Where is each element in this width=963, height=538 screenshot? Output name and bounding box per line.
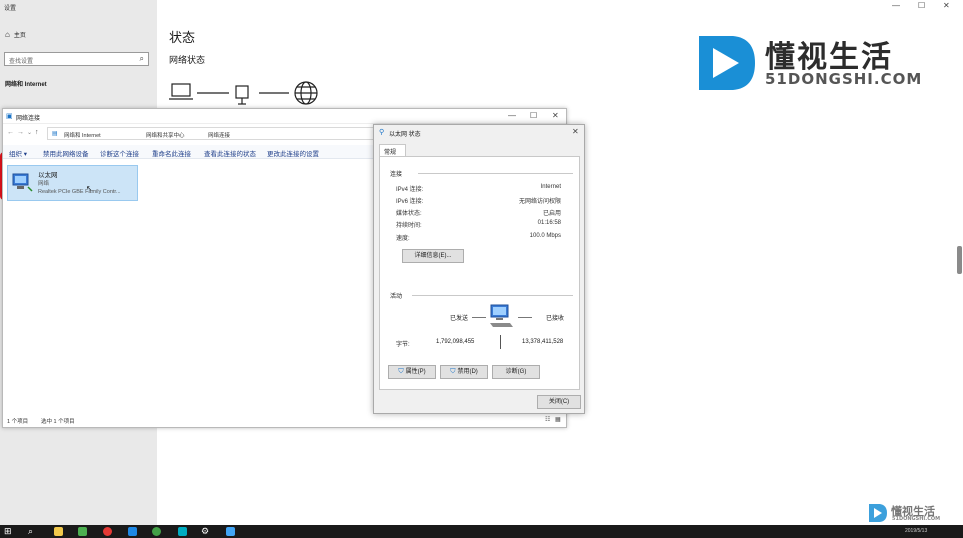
duration-value: 01:16:58 — [537, 220, 561, 226]
explorer-maximize-button[interactable]: ☐ — [530, 111, 537, 120]
watermark-domain: 51DONGSHI.COM — [892, 516, 941, 522]
details-button[interactable]: 详细信息(E)... — [402, 249, 464, 263]
status-item-count: 1 个项目 — [7, 419, 29, 425]
speed-label: 速度: — [396, 236, 410, 242]
app-blue-icon[interactable] — [128, 527, 137, 536]
network-diagram — [169, 80, 324, 110]
mouse-cursor-icon: ↖ — [86, 184, 93, 193]
breadcrumb-item-3[interactable]: 网络连接 — [208, 131, 230, 139]
properties-label: 属性(P) — [405, 369, 426, 375]
section-title: 网络状态 — [169, 55, 206, 65]
home-nav-item[interactable]: ⌂ 主页 — [5, 30, 26, 39]
bytes-divider — [500, 335, 501, 349]
logo-play-icon — [695, 32, 757, 94]
duration-label: 持续时间: — [396, 223, 422, 229]
view-status-command[interactable]: 查看此连接的状态 — [204, 148, 256, 158]
breadcrumb-item-2[interactable]: 网络和共享中心 — [146, 131, 185, 139]
settings-window-title: 设置 — [4, 6, 17, 12]
router-icon — [235, 85, 249, 105]
breadcrumb-item-1[interactable]: 网络和 Internet — [64, 131, 101, 139]
ipv4-label: IPv4 连接: — [396, 187, 424, 193]
network-window-icon[interactable] — [226, 527, 235, 536]
dialog-network-icon: ⚲ — [379, 129, 385, 136]
dialog-close-icon[interactable]: ✕ — [572, 127, 579, 136]
search-placeholder: 查找设置 — [9, 59, 34, 65]
taskbar: ⊞ ⌕ ⚙ 2019/5/13 — [0, 525, 963, 538]
home-label: 主页 — [13, 33, 26, 39]
maximize-button[interactable]: ☐ — [918, 1, 925, 10]
disable-button[interactable]: ⛉ 禁用(D) — [440, 365, 488, 379]
diagnose-command[interactable]: 诊断这个连接 — [100, 148, 139, 158]
ipv4-value: Internet — [540, 184, 561, 190]
app-red-icon[interactable] — [103, 527, 112, 536]
dialog-title: 以太网 状态 — [389, 132, 421, 138]
diagnose-button[interactable]: 诊断(G) — [492, 365, 540, 379]
activity-header: 活动 — [390, 294, 403, 300]
back-arrow-icon[interactable]: ← — [7, 129, 14, 136]
bytes-sent-value: 1,792,098,455 — [436, 339, 475, 345]
general-tab-panel: 连接 IPv4 连接: Internet IPv6 连接: 无网络访问权限 媒体… — [379, 156, 580, 390]
ethernet-status-dialog: ⚲ 以太网 状态 ✕ 常规 连接 IPv4 连接: Internet IPv6 … — [373, 124, 585, 414]
close-button[interactable]: ✕ — [943, 1, 950, 10]
search-icon[interactable]: ⌕ — [28, 526, 33, 537]
details-view-icon[interactable]: ☷ — [545, 416, 550, 423]
file-explorer-icon[interactable] — [54, 527, 63, 536]
home-icon: ⌂ — [5, 30, 10, 39]
search-icon: ⌕ — [139, 54, 144, 63]
network-activity-icon — [488, 303, 514, 329]
media-state-value: 已启用 — [542, 211, 561, 217]
settings-scrollbar-thumb[interactable] — [957, 246, 962, 274]
control-panel-icon: ▤ — [52, 131, 58, 137]
speed-value: 100.0 Mbps — [529, 233, 561, 239]
received-label: 已接收 — [546, 316, 565, 322]
up-arrow-icon[interactable]: ↑ — [35, 129, 39, 136]
settings-gear-icon[interactable]: ⚙ — [201, 526, 209, 537]
properties-button[interactable]: ⛉ 属性(P) — [388, 365, 436, 379]
shield-icon: ⛉ — [450, 368, 456, 375]
start-windows-icon[interactable]: ⊞ — [4, 526, 12, 537]
change-settings-command[interactable]: 更改此连接的设置 — [267, 148, 319, 158]
breadcrumb[interactable]: ▤ 网络和 Internet 网络和共享中心 网络连接 — [47, 127, 377, 140]
adapter-name: 以太网 — [38, 172, 58, 179]
shield-icon: ⛉ — [398, 368, 404, 375]
page-title: 状态 — [169, 30, 196, 45]
ipv6-value: 无网络访问权限 — [518, 199, 561, 205]
ipv6-label: IPv6 连接: — [396, 199, 424, 205]
ethernet-adapter-item[interactable]: 以太网 网络 Realtek PCIe GBE Family Contr... … — [7, 165, 138, 201]
app-green-icon[interactable] — [78, 527, 87, 536]
explorer-minimize-button[interactable]: — — [508, 111, 516, 120]
explorer-titlebar: ▣ 网络连接 — ☐ ✕ — [3, 109, 566, 124]
dialog-close-button[interactable]: 关闭(C) — [537, 395, 581, 409]
bytes-label: 字节: — [396, 342, 410, 348]
wechat-icon[interactable] — [152, 527, 161, 536]
taskbar-clock: 2019/5/13 — [905, 528, 928, 534]
disable-label: 禁用(D) — [457, 369, 478, 375]
status-selected-count: 选中 1 个项目 — [41, 419, 75, 425]
globe-icon — [294, 81, 318, 105]
forward-arrow-icon[interactable]: → — [17, 129, 24, 136]
connection-header: 连接 — [390, 172, 403, 178]
adapter-device: Realtek PCIe GBE Family Contr... — [38, 189, 121, 195]
app-cyan-icon[interactable] — [178, 527, 187, 536]
disable-device-command[interactable]: 禁用此网络设备 — [43, 148, 89, 158]
category-heading: 网络和 Internet — [5, 82, 47, 88]
recent-dropdown-icon[interactable]: ⌄ — [27, 129, 32, 136]
explorer-title: 网络连接 — [16, 116, 41, 122]
media-state-label: 媒体状态: — [396, 211, 422, 217]
large-icons-view-icon[interactable]: ▦ — [555, 416, 561, 423]
network-adapter-icon — [11, 171, 33, 193]
watermark-logo-icon — [868, 503, 888, 523]
network-folder-icon: ▣ — [6, 113, 13, 120]
logo-domain-text: 51DONGSHI.COM — [765, 70, 923, 88]
minimize-button[interactable]: — — [892, 1, 900, 10]
organize-menu[interactable]: 组织 ▾ — [9, 148, 27, 158]
adapter-status: 网络 — [38, 181, 50, 187]
settings-search-input[interactable]: 查找设置 ⌕ — [4, 52, 149, 66]
laptop-icon — [169, 83, 193, 100]
explorer-close-button[interactable]: ✕ — [552, 111, 559, 120]
sent-label: 已发送 — [450, 316, 469, 322]
rename-command[interactable]: 重命名此连接 — [152, 148, 191, 158]
bytes-received-value: 13,378,411,528 — [522, 339, 564, 345]
